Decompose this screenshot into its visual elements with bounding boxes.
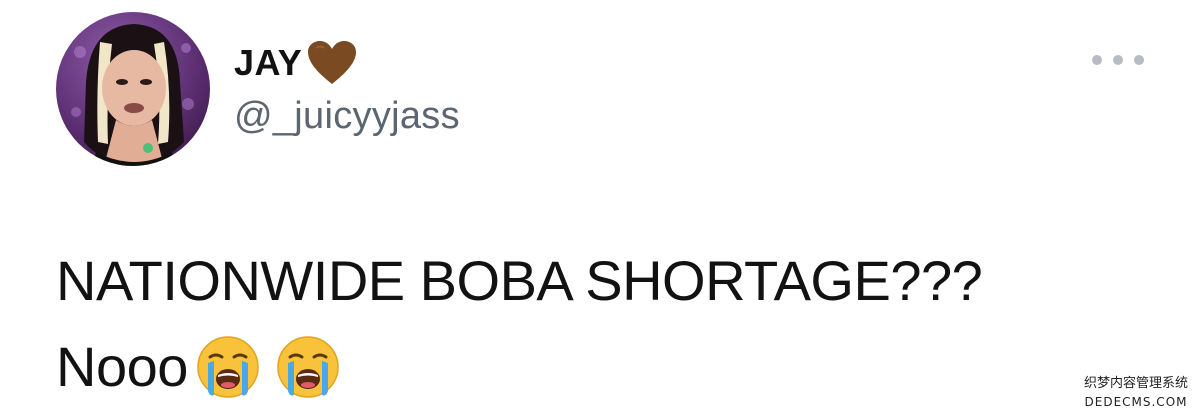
avatar[interactable] xyxy=(56,12,210,166)
site-watermark: 织梦内容管理系统 DEDECMS.COM xyxy=(1075,375,1197,411)
author-handle[interactable]: @_juicyyjass xyxy=(234,97,460,135)
loudly-crying-face-icon xyxy=(277,336,339,398)
watermark-line-2: DEDECMS.COM xyxy=(1084,395,1188,409)
tweet-text-line: Nooo xyxy=(56,324,982,410)
tweet-text-line: NATIONWIDE BOBA SHORTAGE??? xyxy=(56,238,983,324)
tweet-text-line-1: NATIONWIDE BOBA SHORTAGE??? xyxy=(56,249,983,313)
loudly-crying-face-icon xyxy=(197,336,259,398)
more-horizontal-icon xyxy=(1134,55,1144,65)
tweet-card: JAY @_juicyyjass NATIONWIDE BOBA SHORTAG… xyxy=(0,0,1200,414)
author-name-row[interactable]: JAY xyxy=(234,38,358,88)
more-options-button[interactable] xyxy=(1092,48,1144,72)
watermark-line-1: 织梦内容管理系统 xyxy=(1083,376,1188,391)
tweet-text-line-2: Nooo xyxy=(56,335,188,399)
tweet-text: NATIONWIDE BOBA SHORTAGE??? Nooo xyxy=(56,238,983,410)
more-horizontal-icon xyxy=(1113,55,1123,65)
profile-photo-icon xyxy=(71,24,194,166)
brown-heart-icon xyxy=(308,41,357,84)
more-horizontal-icon xyxy=(1092,55,1102,65)
display-name[interactable]: JAY xyxy=(234,45,302,81)
